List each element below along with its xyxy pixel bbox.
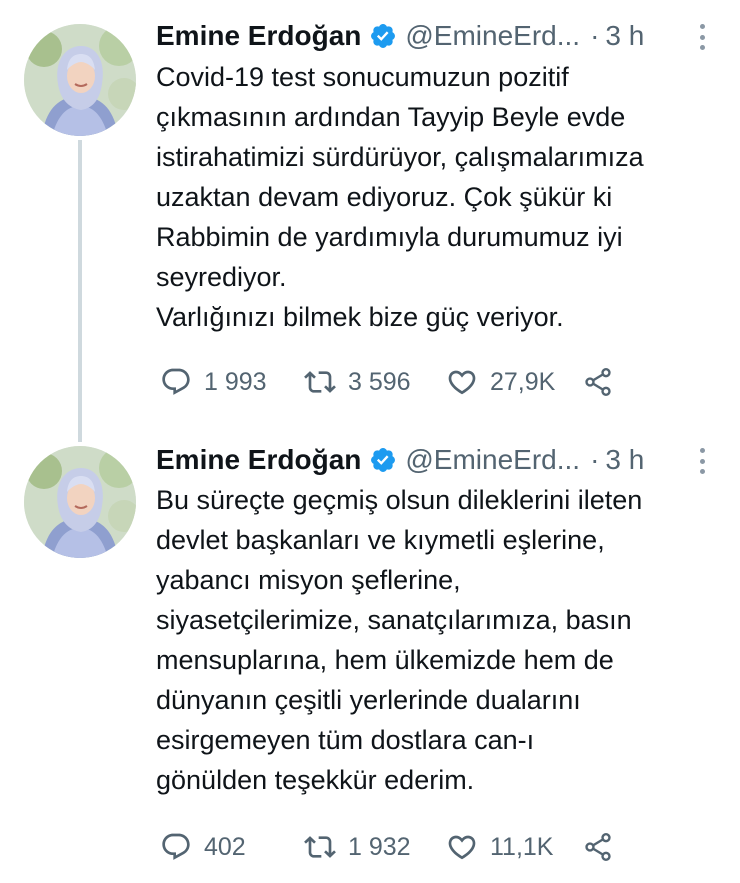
tweet-text-line: çıkmasının ardından Tayyip Beyle evde: [156, 102, 626, 132]
share-button[interactable]: [582, 831, 614, 863]
verified-badge-icon: [369, 22, 397, 50]
reply-button[interactable]: 402: [160, 831, 304, 863]
tweet-text-line: mensuplarına, hem ülkemizde hem de: [156, 645, 614, 675]
tweet-text: Bu süreçte geçmiş olsun dileklerini ilet…: [156, 480, 726, 800]
heart-icon: [448, 835, 476, 860]
tweet-text-line: dünyanın çeşitli yerlerinde dualarını: [156, 685, 581, 715]
profile-photo: [24, 24, 136, 136]
tweet-text: Covid-19 test sonucumuzun pozitif çıkmas…: [156, 57, 726, 337]
tweet-text-line: yabancı misyon şeflerine,: [156, 565, 461, 595]
tweet-text-line: siyasetçilerimize, sanatçılarımıza, bası…: [156, 605, 632, 635]
reply-button[interactable]: 1 993: [160, 366, 304, 398]
like-button[interactable]: 27,9K: [446, 366, 582, 398]
time-separator: ·: [590, 444, 600, 475]
thread-connector: [78, 140, 82, 442]
retweet-icon: [304, 371, 336, 393]
retweet-icon: [304, 836, 336, 858]
retweet-button[interactable]: 3 596: [304, 366, 446, 398]
tweet-header: Emine Erdoğan @EmineErd... · 3 h: [156, 18, 726, 54]
reply-count: 1 993: [204, 367, 267, 396]
tweet-text-line: uzaktan devam ediyoruz. Çok şükür ki: [156, 182, 613, 212]
reply-icon: [162, 833, 190, 860]
retweet-count: 3 596: [348, 367, 411, 396]
tweet-text-line: Bu süreçte geçmiş olsun dileklerini ilet…: [156, 485, 643, 515]
like-button[interactable]: 11,1K: [446, 831, 582, 863]
reply-icon: [162, 368, 190, 395]
more-vertical-icon[interactable]: [692, 24, 712, 50]
retweet-button[interactable]: 1 932: [304, 831, 446, 863]
tweet-actions: 402 1 932 11,1K: [160, 829, 720, 865]
time-separator: ·: [590, 20, 600, 51]
author-handle[interactable]: @EmineErd...: [405, 444, 580, 476]
profile-photo: [24, 446, 136, 558]
tweet-text-line: devlet başkanları ve kıymetli eşlerine,: [156, 525, 605, 555]
retweet-count: 1 932: [348, 832, 411, 861]
tweet-text-line: seyrediyor.: [156, 262, 287, 292]
tweet-text-line: istirahatimizi sürdürüyor, çalışmalarımı…: [156, 142, 644, 172]
tweet-text-line: Covid-19 test sonucumuzun pozitif: [156, 62, 569, 92]
verified-badge-icon: [369, 446, 397, 474]
like-count: 11,1K: [490, 832, 554, 861]
author-name[interactable]: Emine Erdoğan: [156, 444, 361, 476]
author-name[interactable]: Emine Erdoğan: [156, 20, 361, 52]
reply-count: 402: [204, 832, 246, 861]
tweet-text-line: gönülden teşekkür ederim.: [156, 765, 475, 795]
like-count: 27,9K: [490, 367, 556, 396]
share-icon: [585, 833, 611, 861]
tweet-text-line: esirgemeyen tüm dostlara can-ı: [156, 725, 535, 755]
tweet-actions: 1 993 3 596 27,9K: [160, 364, 720, 400]
more-vertical-icon[interactable]: [692, 448, 712, 474]
heart-icon: [448, 370, 476, 395]
tweet-text-line: Rabbimin de yardımıyla durumumuz iyi: [156, 222, 623, 252]
author-handle[interactable]: @EmineErd...: [405, 20, 580, 52]
tweet-timestamp[interactable]: 3 h: [605, 444, 644, 476]
tweet-timestamp[interactable]: 3 h: [605, 20, 644, 52]
tweet[interactable]: Emine Erdoğan @EmineErd... · 3 h Covid-1…: [0, 0, 740, 442]
tweet-header: Emine Erdoğan @EmineErd... · 3 h: [156, 442, 726, 478]
share-button[interactable]: [582, 366, 614, 398]
tweet-text-line: Varlığınızı bilmek bize güç veriyor.: [156, 302, 564, 332]
avatar[interactable]: [24, 446, 136, 558]
share-icon: [585, 368, 611, 396]
tweet[interactable]: Emine Erdoğan @EmineErd... · 3 h Bu süre…: [0, 432, 740, 883]
avatar[interactable]: [24, 24, 136, 136]
